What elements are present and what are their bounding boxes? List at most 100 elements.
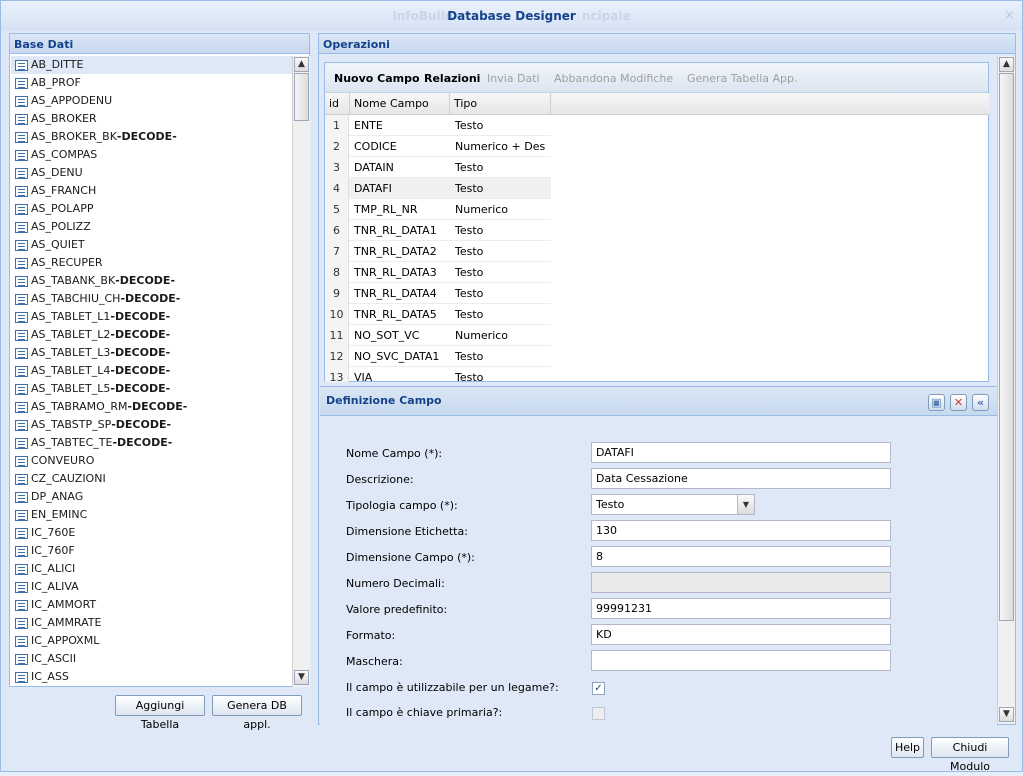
delete-icon[interactable]: ✕ xyxy=(950,394,967,411)
tree-item[interactable]: AS_TABRAMO_RM-DECODE- xyxy=(11,398,293,416)
tree-item[interactable]: IC_AMMORT xyxy=(11,596,293,614)
tree-item[interactable]: IC_ALIVA xyxy=(11,578,293,596)
tree-item[interactable]: IC_ALICI xyxy=(11,560,293,578)
relations-button[interactable]: Relazioni xyxy=(424,72,480,85)
table-row[interactable]: 7 TNR_RL_DATA2 Testo xyxy=(325,241,551,262)
table-row[interactable]: 3 DATAIN Testo xyxy=(325,157,551,178)
new-field-button[interactable]: Nuovo Campo xyxy=(334,72,420,85)
tree-item[interactable]: AS_DENU xyxy=(11,164,293,182)
add-table-button[interactable]: Aggiungi Tabella xyxy=(115,695,205,731)
table-icon xyxy=(15,276,28,287)
tree-item[interactable]: IC_ASS xyxy=(11,668,293,686)
table-row[interactable]: 4 DATAFI Testo xyxy=(325,178,551,199)
tree-item[interactable]: AS_COMPAS xyxy=(11,146,293,164)
row-type-cell: Testo xyxy=(455,224,484,237)
tree-item[interactable]: AS_POLAPP xyxy=(11,200,293,218)
scroll-down-button[interactable]: ▼ xyxy=(294,670,309,685)
chevron-down-icon[interactable]: ▼ xyxy=(737,495,754,514)
tree-item[interactable]: CONVEURO xyxy=(11,452,293,470)
tree-item[interactable]: AS_TABLET_L3-DECODE- xyxy=(11,344,293,362)
table-suffix: -DECODE- xyxy=(110,382,171,395)
table-row[interactable]: 10 TNR_RL_DATA5 Testo xyxy=(325,304,551,325)
tree-item[interactable]: AB_PROF xyxy=(11,74,293,92)
tree-item[interactable]: IC_760F xyxy=(11,542,293,560)
tree-item[interactable]: IC_760E xyxy=(11,524,293,542)
tree-item[interactable]: AS_TABTEC_TE-DECODE- xyxy=(11,434,293,452)
table-name: AS_BROKER xyxy=(31,112,97,125)
primary-key-checkbox[interactable] xyxy=(592,707,605,720)
default-value-input[interactable]: 99991231 xyxy=(591,598,891,619)
column-header-type[interactable]: Tipo xyxy=(450,93,551,115)
tree-item[interactable]: AS_FRANCH xyxy=(11,182,293,200)
tree-scrollbar[interactable]: ▲ ▼ xyxy=(292,56,310,687)
table-icon xyxy=(15,132,28,143)
generate-db-button[interactable]: Genera DB appl. xyxy=(212,695,302,731)
scroll-thumb[interactable] xyxy=(294,73,309,121)
type-select[interactable]: Testo ▼ xyxy=(591,494,755,515)
collapse-icon[interactable]: « xyxy=(972,394,989,411)
tree-item[interactable]: AS_QUIET xyxy=(11,236,293,254)
generate-app-table-button[interactable]: Genera Tabella App. xyxy=(687,72,798,85)
mask-input[interactable] xyxy=(591,650,891,671)
send-data-button[interactable]: Invia Dati xyxy=(487,72,540,85)
tree-item-label: DP_ANAG xyxy=(31,490,83,503)
column-header-name[interactable]: Nome Campo xyxy=(350,93,450,115)
tree-item[interactable]: AS_TABSTP_SP-DECODE- xyxy=(11,416,293,434)
save-icon[interactable]: ▣ xyxy=(928,394,945,411)
tree-item[interactable]: AS_BROKER_BK-DECODE- xyxy=(11,128,293,146)
label-size-label: Dimensione Etichetta: xyxy=(346,525,468,538)
tree-item[interactable]: IC_APPOXML xyxy=(11,632,293,650)
column-header-id[interactable]: id xyxy=(325,93,350,115)
abandon-changes-button[interactable]: Abbandona Modifiche xyxy=(554,72,673,85)
table-icon xyxy=(15,366,28,377)
table-row[interactable]: 11 NO_SOT_VC Numerico xyxy=(325,325,551,346)
table-row[interactable]: 5 TMP_RL_NR Numerico xyxy=(325,199,551,220)
tree-item[interactable]: DP_ANAG xyxy=(11,488,293,506)
table-row[interactable]: 9 TNR_RL_DATA4 Testo xyxy=(325,283,551,304)
tree-item[interactable]: AB_DITTE xyxy=(11,56,293,74)
tree-item[interactable]: IC_AMMRATE xyxy=(11,614,293,632)
table-row[interactable]: 2 CODICE Numerico + Des xyxy=(325,136,551,157)
tree-item-label: EN_EMINC xyxy=(31,508,87,521)
tree-item[interactable]: CZ_CAUZIONI xyxy=(11,470,293,488)
right-scroll-thumb[interactable] xyxy=(999,73,1014,621)
field-size-label: Dimensione Campo (*): xyxy=(346,551,475,564)
tree-item[interactable]: AS_TABCHIU_CH-DECODE- xyxy=(11,290,293,308)
tree-item[interactable]: AS_POLIZZ xyxy=(11,218,293,236)
close-module-button[interactable]: Chiudi Modulo xyxy=(931,737,1009,773)
tree-item[interactable]: IC_ASCII xyxy=(11,650,293,668)
table-row[interactable]: 1 ENTE Testo xyxy=(325,115,551,136)
tree-item[interactable]: AS_APPODENU xyxy=(11,92,293,110)
right-scroll-down-button[interactable]: ▼ xyxy=(999,707,1014,722)
tree-item[interactable]: AS_TABLET_L4-DECODE- xyxy=(11,362,293,380)
tree-item[interactable]: AS_TABLET_L2-DECODE- xyxy=(11,326,293,344)
tree-item[interactable]: AS_TABLET_L5-DECODE- xyxy=(11,380,293,398)
help-button[interactable]: Help xyxy=(891,737,924,758)
row-type-cell: Testo xyxy=(455,245,484,258)
table-row[interactable]: 12 NO_SVC_DATA1 Testo xyxy=(325,346,551,367)
close-icon[interactable]: × xyxy=(1003,9,1016,23)
name-label: Nome Campo (*): xyxy=(346,447,443,460)
tree-item[interactable]: AS_TABANK_BK-DECODE- xyxy=(11,272,293,290)
name-input[interactable]: DATAFI xyxy=(591,442,891,463)
field-size-input[interactable]: 8 xyxy=(591,546,891,567)
label-size-input[interactable]: 130 xyxy=(591,520,891,541)
description-input[interactable]: Data Cessazione xyxy=(591,468,891,489)
row-name-cell: NO_SVC_DATA1 xyxy=(354,350,440,363)
table-row[interactable]: 13 VIA Testo xyxy=(325,367,551,382)
decimals-input[interactable] xyxy=(591,572,891,593)
tree-item[interactable]: EN_EMINC xyxy=(11,506,293,524)
format-input[interactable]: KD xyxy=(591,624,891,645)
tree-item[interactable]: AS_RECUPER xyxy=(11,254,293,272)
scroll-up-button[interactable]: ▲ xyxy=(294,57,309,72)
right-scroll-up-button[interactable]: ▲ xyxy=(999,57,1014,72)
right-scrollbar[interactable]: ▲ ▼ xyxy=(997,56,1015,724)
tree-item[interactable]: AS_TABLET_L1-DECODE- xyxy=(11,308,293,326)
tree-item-label: IC_AMMRATE xyxy=(31,616,101,629)
table-row[interactable]: 8 TNR_RL_DATA3 Testo xyxy=(325,262,551,283)
table-row[interactable]: 6 TNR_RL_DATA1 Testo xyxy=(325,220,551,241)
link-usable-checkbox[interactable]: ✓ xyxy=(592,682,605,695)
tree-item[interactable]: AS_BROKER xyxy=(11,110,293,128)
table-name: AS_COMPAS xyxy=(31,148,98,161)
row-name-cell: TNR_RL_DATA5 xyxy=(354,308,437,321)
